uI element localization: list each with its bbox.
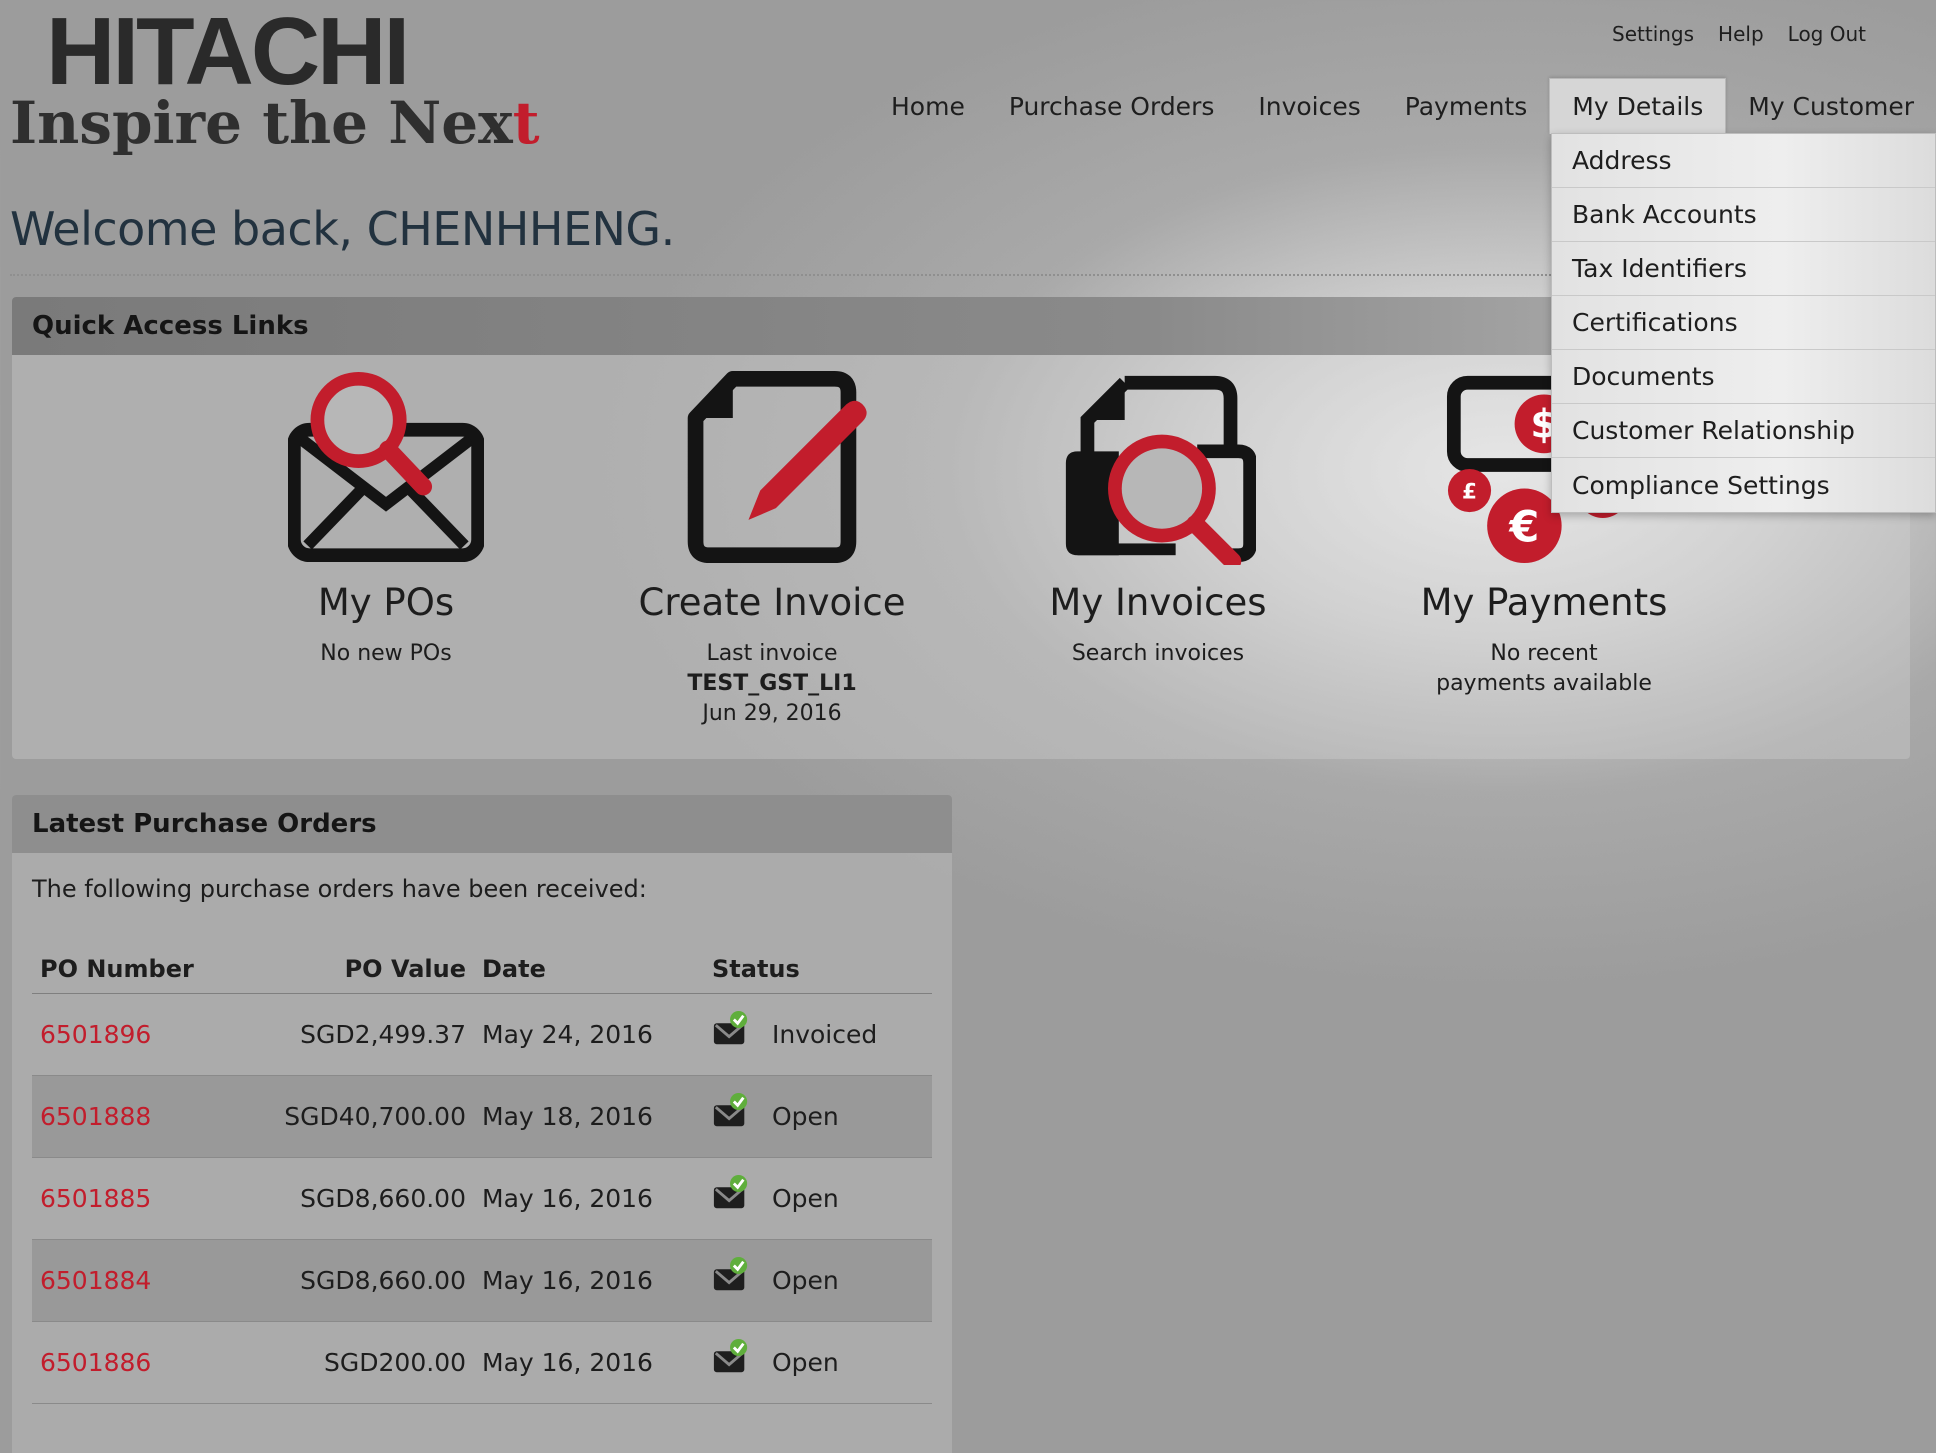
welcome-heading: Welcome back, CHENHHENG. bbox=[10, 202, 675, 256]
envelope-check-icon bbox=[713, 1174, 748, 1209]
nav-purchase-orders[interactable]: Purchase Orders bbox=[987, 78, 1237, 134]
dropdown-item-bank-accounts[interactable]: Bank Accounts bbox=[1552, 188, 1935, 242]
envelope-check-icon bbox=[713, 1010, 748, 1045]
nav-my-details[interactable]: My Details bbox=[1549, 78, 1727, 134]
purchase-orders-intro: The following purchase orders have been … bbox=[32, 875, 647, 903]
nav-my-customer[interactable]: My Customer bbox=[1726, 78, 1936, 134]
po-value: SGD200.00 bbox=[277, 1321, 482, 1404]
nav-payments[interactable]: Payments bbox=[1383, 78, 1549, 134]
po-value: SGD40,700.00 bbox=[277, 1075, 482, 1158]
logo-tagline-main: Inspire the Nex bbox=[10, 89, 513, 157]
dropdown-item-compliance-settings[interactable]: Compliance Settings bbox=[1552, 458, 1935, 512]
po-number-link[interactable]: 6501885 bbox=[40, 1184, 151, 1213]
po-status: Invoiced bbox=[712, 1010, 932, 1049]
document-pencil-icon bbox=[687, 370, 867, 564]
column-header-po-number[interactable]: PO Number bbox=[32, 945, 277, 994]
po-date: May 16, 2016 bbox=[482, 1321, 712, 1404]
po-date: May 24, 2016 bbox=[482, 993, 712, 1076]
help-link[interactable]: Help bbox=[1718, 22, 1764, 46]
my-pos-subtitle: No new POs bbox=[320, 641, 452, 666]
logo-brand: HITACHI bbox=[46, 0, 410, 105]
envelope-check-icon bbox=[713, 1338, 748, 1373]
create-invoice-title: Create Invoice bbox=[638, 581, 906, 624]
po-value: SGD2,499.37 bbox=[277, 993, 482, 1076]
po-number-link[interactable]: 6501886 bbox=[40, 1348, 151, 1377]
table-header-row: PO Number PO Value Date Status bbox=[32, 945, 932, 994]
po-value: SGD8,660.00 bbox=[277, 1157, 482, 1240]
table-row: 6501885 SGD8,660.00 May 16, 2016 Open bbox=[32, 1157, 932, 1240]
logo-tagline: Inspire the Next bbox=[10, 88, 540, 158]
utility-nav: Settings Help Log Out bbox=[1612, 22, 1866, 46]
dropdown-item-customer-relationship[interactable]: Customer Relationship bbox=[1552, 404, 1935, 458]
hitachi-logo[interactable]: HITACHI Inspire the Next bbox=[10, 0, 540, 158]
nav-invoices[interactable]: Invoices bbox=[1236, 78, 1382, 134]
po-number-link[interactable]: 6501888 bbox=[40, 1102, 151, 1131]
purchase-orders-table: PO Number PO Value Date Status 6501896 S… bbox=[32, 945, 932, 1404]
table-row: 6501888 SGD40,700.00 May 18, 2016 Open bbox=[32, 1075, 932, 1158]
table-row: 6501884 SGD8,660.00 May 16, 2016 Open bbox=[32, 1239, 932, 1322]
my-payments-title: My Payments bbox=[1420, 581, 1668, 624]
dropdown-item-address[interactable]: Address bbox=[1552, 134, 1935, 188]
logo-tagline-accent: t bbox=[512, 89, 540, 157]
po-number-link[interactable]: 6501896 bbox=[40, 1020, 151, 1049]
po-date: May 16, 2016 bbox=[482, 1157, 712, 1240]
po-status: Open bbox=[712, 1092, 932, 1131]
nav-home[interactable]: Home bbox=[869, 78, 987, 134]
dropdown-item-documents[interactable]: Documents bbox=[1552, 350, 1935, 404]
po-status: Open bbox=[712, 1338, 932, 1377]
quick-link-my-pos[interactable]: My POs No new POs bbox=[226, 369, 546, 669]
create-invoice-subtitle: Last invoice bbox=[706, 641, 838, 666]
logout-link[interactable]: Log Out bbox=[1788, 22, 1866, 46]
my-payments-subtitle-line2: payments available bbox=[1436, 671, 1652, 696]
po-date: May 16, 2016 bbox=[482, 1239, 712, 1322]
po-value: SGD8,660.00 bbox=[277, 1239, 482, 1322]
po-status-label: Invoiced bbox=[772, 1019, 878, 1049]
latest-purchase-orders-header: Latest Purchase Orders bbox=[12, 795, 952, 853]
latest-purchase-orders-panel: Latest Purchase Orders The following pur… bbox=[12, 795, 952, 1453]
svg-text:€: € bbox=[1508, 502, 1539, 552]
envelope-magnifier-icon bbox=[288, 371, 484, 563]
po-status-label: Open bbox=[772, 1347, 839, 1377]
table-row: 6501886 SGD200.00 May 16, 2016 Open bbox=[32, 1321, 932, 1404]
column-header-date[interactable]: Date bbox=[482, 945, 712, 994]
po-status-label: Open bbox=[772, 1183, 839, 1213]
po-status: Open bbox=[712, 1256, 932, 1295]
svg-text:£: £ bbox=[1462, 479, 1477, 504]
po-status: Open bbox=[712, 1174, 932, 1213]
envelope-check-icon bbox=[713, 1092, 748, 1127]
my-payments-subtitle-line1: No recent bbox=[1490, 641, 1598, 666]
my-pos-title: My POs bbox=[317, 581, 455, 624]
po-date: May 18, 2016 bbox=[482, 1075, 712, 1158]
quick-link-my-invoices[interactable]: My Invoices Search invoices bbox=[998, 369, 1318, 669]
column-header-po-value[interactable]: PO Value bbox=[277, 945, 482, 994]
dropdown-item-certifications[interactable]: Certifications bbox=[1552, 296, 1935, 350]
column-header-status[interactable]: Status bbox=[712, 945, 932, 994]
document-magnifier-icon bbox=[1065, 375, 1256, 565]
table-row: 6501896 SGD2,499.37 May 24, 2016 Invoice… bbox=[32, 993, 932, 1076]
main-nav: Home Purchase Orders Invoices Payments M… bbox=[869, 78, 1936, 134]
envelope-check-icon bbox=[713, 1256, 748, 1291]
last-invoice-date: Jun 29, 2016 bbox=[702, 701, 842, 726]
my-invoices-subtitle: Search invoices bbox=[1071, 641, 1245, 666]
settings-link[interactable]: Settings bbox=[1612, 22, 1694, 46]
last-invoice-id: TEST_GST_LI1 bbox=[687, 671, 857, 696]
dropdown-item-tax-identifiers[interactable]: Tax Identifiers bbox=[1552, 242, 1935, 296]
po-status-label: Open bbox=[772, 1101, 839, 1131]
my-details-dropdown: Address Bank Accounts Tax Identifiers Ce… bbox=[1551, 133, 1936, 513]
quick-link-create-invoice[interactable]: Create Invoice Last invoice TEST_GST_LI1… bbox=[612, 369, 932, 729]
my-invoices-title: My Invoices bbox=[1049, 581, 1267, 624]
po-status-label: Open bbox=[772, 1265, 839, 1295]
po-number-link[interactable]: 6501884 bbox=[40, 1266, 151, 1295]
